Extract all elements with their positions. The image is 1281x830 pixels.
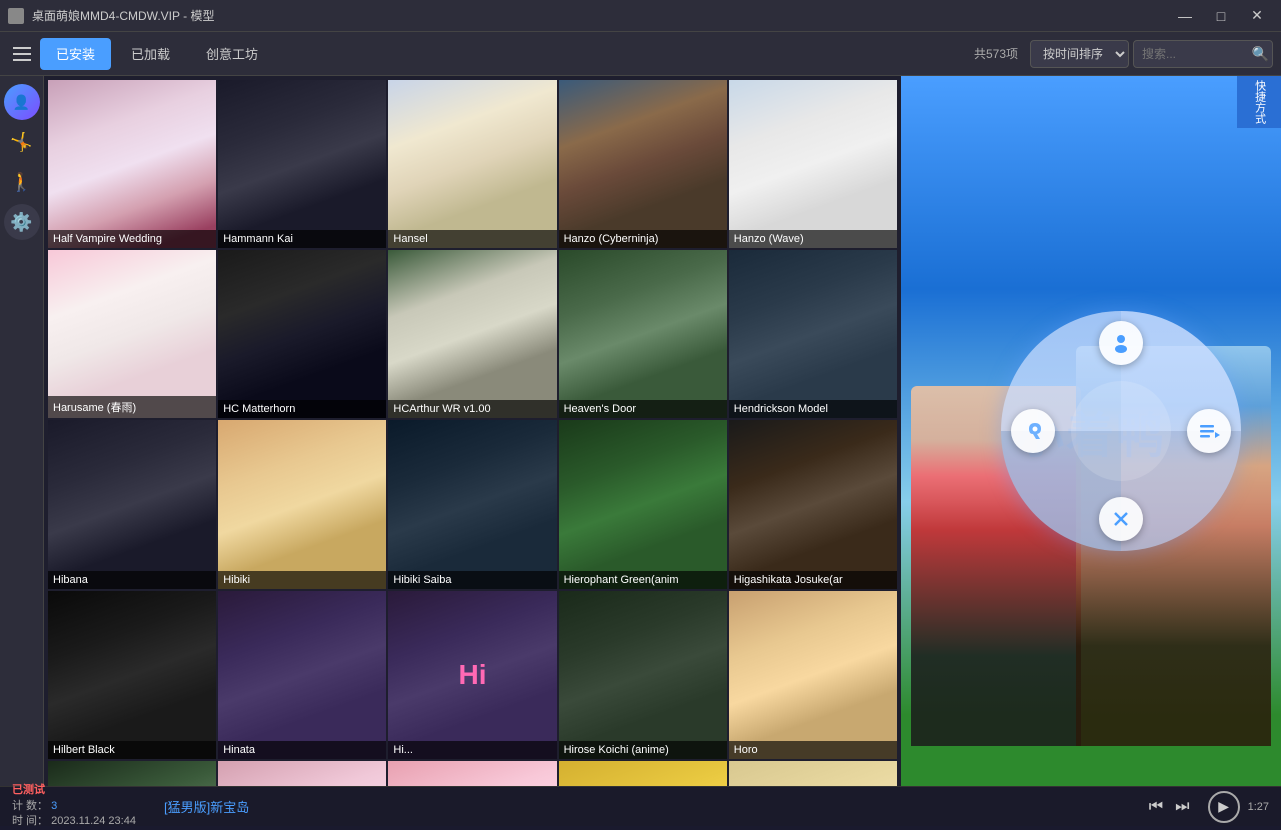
grid-item[interactable] <box>388 761 556 786</box>
grid-item[interactable] <box>729 761 897 786</box>
app-title: 桌面萌娘MMD4-CMDW.VIP - 模型 <box>32 7 214 24</box>
minimize-button[interactable]: — <box>1169 2 1201 30</box>
circle-btn-close[interactable] <box>1099 497 1143 541</box>
grid-item[interactable]: HCArthur WR v1.00 <box>388 250 556 418</box>
search-wrap: 🔍 <box>1133 40 1273 68</box>
grid-item[interactable]: Heaven's Door <box>559 250 727 418</box>
grid-item[interactable]: Hi Hi... <box>388 591 556 759</box>
tab-downloaded[interactable]: 已加载 <box>115 38 186 70</box>
app-icon <box>8 8 24 24</box>
grid-item[interactable]: Hanzo (Wave) <box>729 80 897 248</box>
player-duration: 1:27 <box>1248 801 1269 813</box>
player-time-row: 时 间： 2023.11.24 23:44 <box>12 814 152 829</box>
grid-item[interactable]: Higashikata Josuke(ar <box>729 420 897 588</box>
tab-installed[interactable]: 已安装 <box>40 38 111 70</box>
sidebar: 👤 🤸 🚶 ⚙️ <box>0 76 44 786</box>
prev-button[interactable]: ⏮ <box>1147 796 1165 818</box>
grid-item[interactable]: Hirose Koichi (anime) <box>559 591 727 759</box>
player-controls: ⏮ ⏭ ▶ 1:27 <box>1147 791 1269 823</box>
grid-item[interactable]: Hilbert Black <box>48 591 216 759</box>
maximize-button[interactable]: □ <box>1205 2 1237 30</box>
toolbar: 已安装 已加载 创意工坊 共573项 按时间排序 按名称排序 按大小排序 🔍 <box>0 32 1281 76</box>
right-panel: 快捷方式 <box>1237 76 1281 128</box>
sort-dropdown[interactable]: 按时间排序 按名称排序 按大小排序 <box>1030 40 1129 68</box>
grid-item[interactable]: Hammann Kai <box>218 80 386 248</box>
grid-area: Half Vampire Wedding Hammann Kai Hansel … <box>44 76 901 786</box>
item-count: 共573项 <box>974 45 1018 62</box>
circle-center <box>1071 381 1171 481</box>
circular-menu <box>1001 311 1241 551</box>
right-panel-label: 快捷方式 <box>1252 80 1265 124</box>
grid-item[interactable]: Hansel <box>388 80 556 248</box>
prev-track-button[interactable]: ⏭ <box>1173 796 1191 818</box>
grid-container: Half Vampire Wedding Hammann Kai Hansel … <box>48 80 897 786</box>
player-status: 已测试 <box>12 783 152 798</box>
player-info-col: 已测试 计 数： 3 时 间： 2023.11.24 23:44 <box>12 783 152 829</box>
sidebar-item-settings[interactable]: ⚙️ <box>4 204 40 240</box>
grid-item[interactable]: Hendrickson Model <box>729 250 897 418</box>
grid-item[interactable]: Hibana <box>48 420 216 588</box>
search-icon[interactable]: 🔍 <box>1252 45 1269 62</box>
sidebar-avatar[interactable]: 👤 <box>4 84 40 120</box>
grid-item[interactable]: Hinata <box>218 591 386 759</box>
title-bar-controls: — □ ✕ <box>1169 2 1273 30</box>
title-bar: 桌面萌娘MMD4-CMDW.VIP - 模型 — □ ✕ <box>0 0 1281 32</box>
grid-item[interactable]: HC Matterhorn <box>218 250 386 418</box>
sidebar-item-character[interactable]: 🚶 <box>4 164 40 200</box>
player-title: [猛男版]新宝岛 <box>164 797 1135 816</box>
grid-item[interactable] <box>218 761 386 786</box>
circle-btn-character[interactable] <box>1099 321 1143 365</box>
grid-item[interactable]: Hulk <box>48 761 216 786</box>
grid-item[interactable]: Hanzo (Cyberninja) <box>559 80 727 248</box>
grid-item[interactable]: Harusame (春雨) <box>48 250 216 418</box>
player-count: 计 数： 3 <box>12 799 152 814</box>
sidebar-item-motion[interactable]: 🤸 <box>4 124 40 160</box>
circle-btn-playlist[interactable] <box>1187 409 1231 453</box>
grid-item[interactable]: Hibiki Saiba <box>388 420 556 588</box>
grid-item[interactable] <box>559 761 727 786</box>
close-button[interactable]: ✕ <box>1241 2 1273 30</box>
hamburger-menu-icon[interactable] <box>8 40 36 68</box>
title-bar-left: 桌面萌娘MMD4-CMDW.VIP - 模型 <box>8 7 214 24</box>
grid-item[interactable]: Hierophant Green(anim <box>559 420 727 588</box>
grid-item[interactable]: Hibiki <box>218 420 386 588</box>
circle-btn-tool[interactable] <box>1011 409 1055 453</box>
main-area: 👤 🤸 🚶 ⚙️ Half Vampire Wedding Hammann Ka… <box>0 76 1281 786</box>
tab-workshop[interactable]: 创意工坊 <box>190 38 274 70</box>
player-bar: 已测试 计 数： 3 时 间： 2023.11.24 23:44 [猛男版]新宝… <box>0 786 1281 826</box>
player-center: [猛男版]新宝岛 <box>164 797 1135 816</box>
grid-item[interactable]: Half Vampire Wedding <box>48 80 216 248</box>
preview-area: 小着鸭 <box>901 76 1281 786</box>
play-button[interactable]: ▶ <box>1208 791 1240 823</box>
grid-item[interactable]: Horo <box>729 591 897 759</box>
